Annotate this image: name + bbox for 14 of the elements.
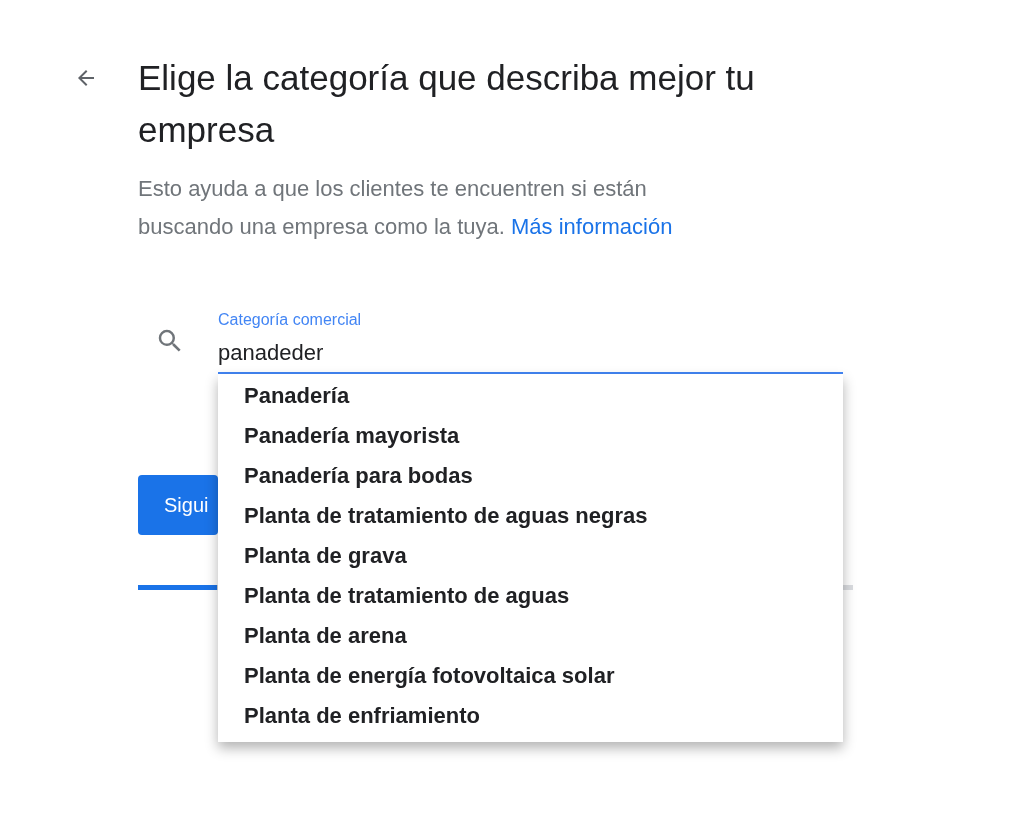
- next-button[interactable]: Sigui: [138, 475, 218, 535]
- suggestion-item[interactable]: Panadería para bodas: [218, 456, 843, 496]
- description-text: Esto ayuda a que los clientes te encuentren si están buscando una empresa como la tuya. Más información: [138, 175, 674, 241]
- suggestion-item[interactable]: Planta de tratamiento de aguas: [218, 576, 843, 616]
- suggestion-item[interactable]: Planta de enfriamiento: [218, 696, 843, 736]
- suggestion-item[interactable]: Planta de tratamiento de aguas negras: [218, 496, 843, 536]
- suggestion-item[interactable]: Panadería mayorista: [218, 416, 843, 456]
- suggestion-item[interactable]: Panadería: [218, 376, 843, 416]
- page-title: Elige la categoría que describa mejor tu empresa: [138, 57, 756, 151]
- field-label: Categoría comercial: [218, 310, 363, 330]
- suggestion-item[interactable]: Planta de grava: [218, 536, 843, 576]
- suggestion-item[interactable]: Planta de energía fotovoltaica solar: [218, 656, 843, 696]
- suggestion-item[interactable]: Planta de arena: [218, 616, 843, 656]
- more-info-link[interactable]: Más información: [511, 214, 673, 239]
